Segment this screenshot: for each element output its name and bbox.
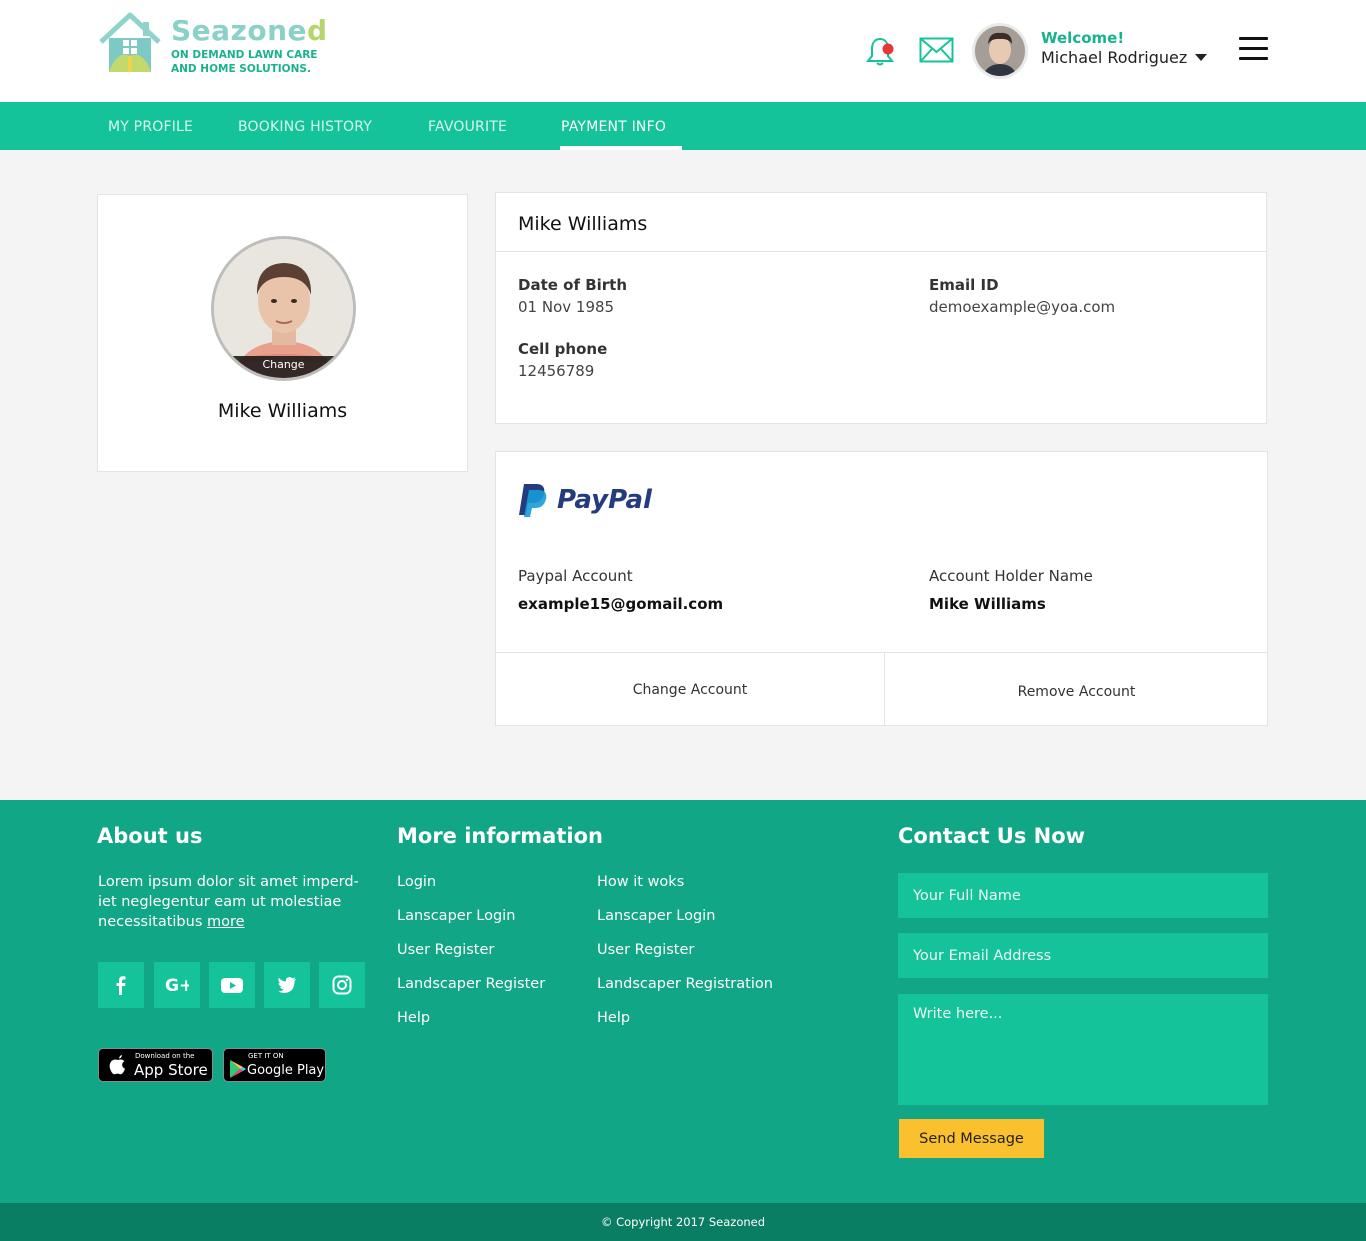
payment-card: PayPal Paypal Account example15@gomail.c… <box>495 451 1268 726</box>
house-logo-icon <box>99 12 161 72</box>
about-heading: About us <box>97 824 203 848</box>
user-avatar-image <box>975 26 1025 76</box>
email-address-input[interactable] <box>898 933 1268 978</box>
footer-link-help[interactable]: Help <box>397 1010 430 1026</box>
info-card-title: Mike Williams <box>518 213 648 235</box>
youtube-icon <box>221 978 243 993</box>
change-account-button[interactable]: Change Account <box>496 653 884 726</box>
facebook-icon <box>116 976 126 995</box>
mail-icon[interactable] <box>919 37 954 63</box>
google-plus-icon: G+ <box>165 976 189 995</box>
app-store-badge[interactable]: Download on the App Store <box>98 1048 213 1082</box>
welcome-text: Welcome! <box>1041 29 1125 47</box>
paypal-logo: PayPal <box>518 482 658 518</box>
phone-value: 12456789 <box>518 362 595 380</box>
brand-logo[interactable]: Seazoned ON DEMAND LAWN CARE AND HOME SO… <box>97 10 337 76</box>
google-play-badge[interactable]: GET IT ON Google Play <box>223 1048 326 1082</box>
tab-payment-info[interactable]: PAYMENT INFO <box>561 119 666 135</box>
brand-name-main: Seazone <box>171 14 308 47</box>
hamburger-menu-icon[interactable] <box>1239 37 1268 62</box>
contact-heading: Contact Us Now <box>898 824 1086 848</box>
account-holder-value: Mike Williams <box>929 595 1046 613</box>
google-play-small-text: GET IT ON <box>248 1052 284 1060</box>
active-tab-indicator <box>560 146 682 150</box>
twitter-button[interactable] <box>264 962 310 1008</box>
profile-name: Mike Williams <box>217 400 348 422</box>
user-avatar[interactable] <box>972 23 1028 79</box>
footer-link-lanscaper-login[interactable]: Lanscaper Login <box>397 908 515 924</box>
send-message-button[interactable]: Send Message <box>899 1119 1044 1158</box>
youtube-button[interactable] <box>209 962 255 1008</box>
profile-card: Change Mike Williams <box>97 194 468 472</box>
remove-account-button[interactable]: Remove Account <box>885 653 1268 726</box>
app-store-small-text: Download on the <box>135 1052 195 1060</box>
paypal-wordmark: PayPal <box>557 485 652 515</box>
brand-tagline: ON DEMAND LAWN CARE AND HOME SOLUTIONS. <box>171 48 341 76</box>
message-textarea[interactable] <box>898 994 1268 1105</box>
footer-link-user-register-2[interactable]: User Register <box>597 942 694 958</box>
svg-text:G+: G+ <box>165 976 189 995</box>
tab-booking-history[interactable]: BOOKING HISTORY <box>238 119 372 135</box>
change-photo-label[interactable]: Change <box>214 356 353 378</box>
app-store-big-text: App Store <box>134 1061 208 1079</box>
header: Seazoned ON DEMAND LAWN CARE AND HOME SO… <box>0 0 1366 102</box>
profile-picture[interactable]: Change <box>211 236 356 381</box>
footer-link-landscaper-register[interactable]: Landscaper Register <box>397 976 545 992</box>
apple-icon <box>109 1055 125 1075</box>
footer-link-help-2[interactable]: Help <box>597 1010 630 1026</box>
footer-link-login[interactable]: Login <box>397 874 436 890</box>
footer-link-lanscaper-login-2[interactable]: Lanscaper Login <box>597 908 715 924</box>
footer: About us Lorem ipsum dolor sit amet impe… <box>0 800 1366 1203</box>
username-dropdown[interactable]: Michael Rodriguez <box>1041 48 1187 67</box>
brand-tagline-line2: AND HOME SOLUTIONS. <box>171 63 311 75</box>
footer-link-user-register[interactable]: User Register <box>397 942 494 958</box>
account-holder-label: Account Holder Name <box>929 567 1093 585</box>
divider <box>496 251 1266 252</box>
paypal-account-label: Paypal Account <box>518 567 633 585</box>
email-label: Email ID <box>929 276 999 294</box>
instagram-icon <box>332 975 352 995</box>
email-value: demoexample@yoa.com <box>929 298 1116 316</box>
paypal-icon <box>519 484 547 517</box>
footer-link-landscaper-registration[interactable]: Landscaper Registration <box>597 976 773 992</box>
phone-label: Cell phone <box>518 340 608 358</box>
full-name-input[interactable] <box>898 873 1268 918</box>
personal-info-card: Mike Williams Date of Birth 01 Nov 1985 … <box>495 192 1267 424</box>
dob-value: 01 Nov 1985 <box>518 298 615 316</box>
caret-down-icon[interactable] <box>1195 54 1207 61</box>
more-info-heading: More information <box>397 824 603 848</box>
copyright-text: © Copyright 2017 Seazoned <box>0 1203 1366 1241</box>
instagram-button[interactable] <box>319 962 365 1008</box>
tab-favourite[interactable]: FAVOURITE <box>428 119 507 135</box>
brand-tagline-line1: ON DEMAND LAWN CARE <box>171 49 318 61</box>
footer-link-how-it-works[interactable]: How it woks <box>597 874 684 890</box>
google-plus-button[interactable]: G+ <box>154 962 200 1008</box>
notification-bell-icon[interactable] <box>866 35 896 67</box>
paypal-account-value: example15@gomail.com <box>518 595 724 613</box>
dob-label: Date of Birth <box>518 276 628 294</box>
profile-tabs: MY PROFILE BOOKING HISTORY FAVOURITE PAY… <box>0 102 1366 150</box>
about-more-link[interactable]: more <box>207 914 245 930</box>
google-play-icon <box>230 1060 246 1078</box>
google-play-big-text: Google Play <box>247 1063 325 1078</box>
about-text: Lorem ipsum dolor sit amet imperd-iet ne… <box>98 872 373 932</box>
brand-name: Seazoned <box>171 14 328 47</box>
facebook-button[interactable] <box>98 962 144 1008</box>
tab-my-profile[interactable]: MY PROFILE <box>108 119 193 135</box>
twitter-icon <box>278 977 296 993</box>
brand-name-tail: d <box>307 14 328 47</box>
